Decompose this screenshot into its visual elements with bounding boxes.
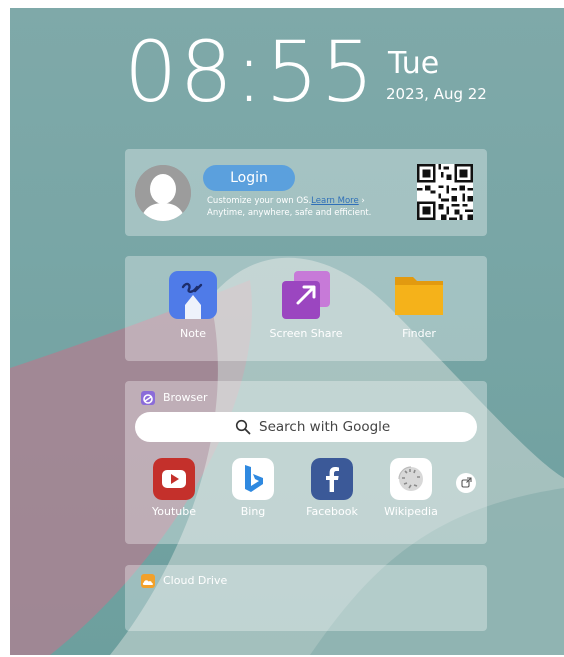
site-youtube[interactable]: Youtube xyxy=(135,458,213,518)
chevron-right-icon: › xyxy=(358,196,365,206)
account-tagline: Customize your own OS.Learn More › xyxy=(207,196,365,206)
qr-code[interactable] xyxy=(417,164,473,220)
clock-time: 08:55 xyxy=(124,23,377,121)
apps-widget: Note Screen Share Finder xyxy=(125,256,487,361)
learn-more-link[interactable]: Learn More xyxy=(311,196,359,206)
bing-icon xyxy=(232,458,274,500)
folder-icon xyxy=(395,277,443,315)
account-widget: Login Customize your own OS.Learn More ›… xyxy=(125,149,487,236)
clock-day: Tue xyxy=(388,46,440,81)
app-note[interactable]: Note xyxy=(148,271,238,340)
site-youtube-label: Youtube xyxy=(152,505,196,518)
avatar[interactable] xyxy=(135,165,191,221)
user-silhouette-icon xyxy=(135,165,191,221)
add-shortcut-button[interactable] xyxy=(456,473,476,493)
account-tagline-text: Customize your own OS. xyxy=(207,196,312,206)
search-input[interactable]: Search with Google xyxy=(135,412,477,442)
browser-title: Browser xyxy=(163,391,208,404)
browser-widget: Browser Search with Google Youtube Bing xyxy=(125,381,487,544)
cloud-drive-title: Cloud Drive xyxy=(163,574,228,587)
cloud-icon xyxy=(141,574,155,588)
app-screen-share-label: Screen Share xyxy=(269,327,343,340)
app-screen-share[interactable]: Screen Share xyxy=(261,271,351,340)
login-button[interactable]: Login xyxy=(203,165,295,191)
search-placeholder: Search with Google xyxy=(259,419,391,435)
youtube-icon xyxy=(153,458,195,500)
cloud-drive-widget: Cloud Drive xyxy=(125,565,487,631)
search-icon xyxy=(235,419,251,435)
note-icon xyxy=(169,271,217,319)
facebook-icon xyxy=(311,458,353,500)
site-facebook[interactable]: Facebook xyxy=(293,458,371,518)
site-wikipedia-label: Wikipedia xyxy=(384,505,438,518)
home-screen: 08:55 Tue 2023, Aug 22 Login Customize y… xyxy=(10,8,564,655)
app-finder[interactable]: Finder xyxy=(374,271,464,340)
app-note-label: Note xyxy=(179,327,207,340)
clock-date: 2023, Aug 22 xyxy=(386,85,487,103)
site-wikipedia[interactable]: Wikipedia xyxy=(372,458,450,518)
wikipedia-icon xyxy=(390,458,432,500)
screen-share-icon xyxy=(282,271,330,319)
browser-icon xyxy=(141,391,155,405)
app-finder-label: Finder xyxy=(402,327,436,340)
site-bing-label: Bing xyxy=(240,505,266,518)
site-bing[interactable]: Bing xyxy=(214,458,292,518)
external-link-icon xyxy=(461,477,472,488)
account-subtitle: Anytime, anywhere, safe and efficient. xyxy=(207,208,372,218)
site-facebook-label: Facebook xyxy=(306,505,358,518)
